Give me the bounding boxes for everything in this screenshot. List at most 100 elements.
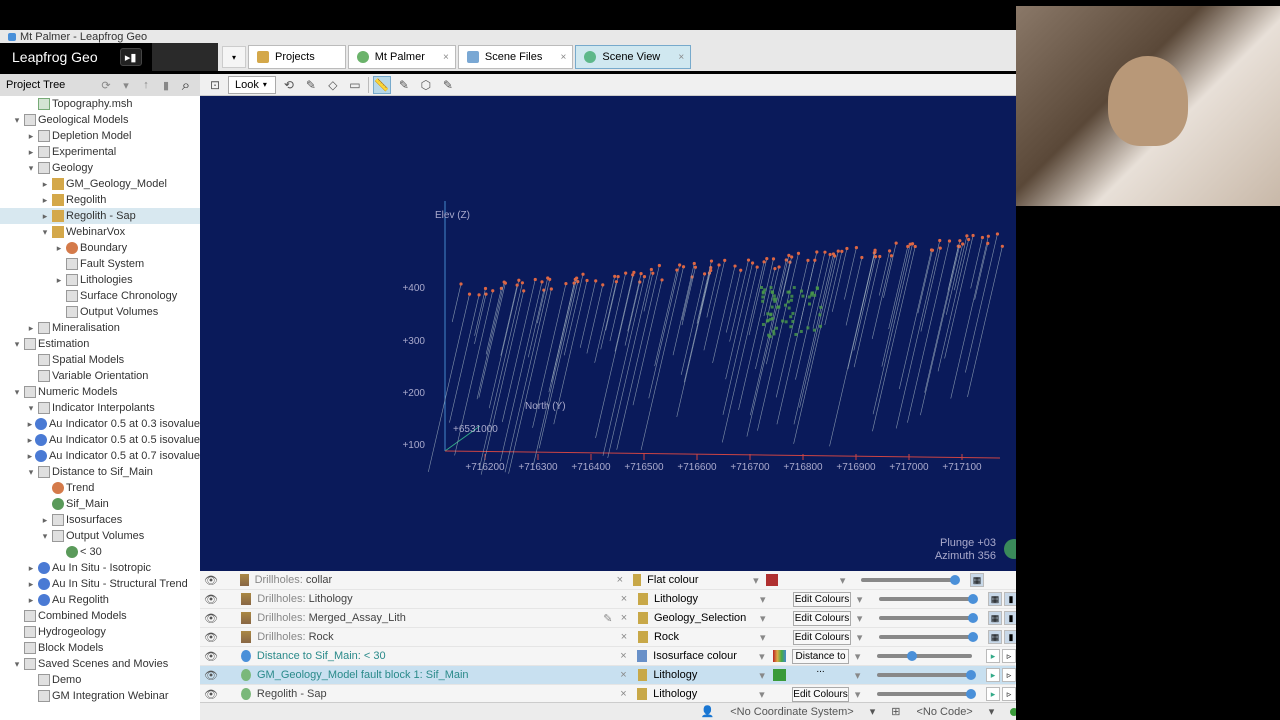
tab-dropdown[interactable]: ▾ (222, 46, 246, 68)
dropdown-icon[interactable]: ▾ (759, 650, 767, 663)
tree-item[interactable]: ▸Depletion Model (0, 128, 200, 144)
tab-project[interactable]: Mt Palmer × (348, 45, 456, 69)
remove-icon[interactable]: × (620, 650, 631, 662)
tree-item[interactable]: ▸Au Regolith (0, 592, 200, 608)
tree-item[interactable]: < 30 (0, 544, 200, 560)
tab-scene-view[interactable]: Scene View × (575, 45, 691, 69)
tree-item[interactable]: Trend (0, 480, 200, 496)
tree-item[interactable]: ▸Au Indicator 0.5 at 0.5 isovalue (0, 432, 200, 448)
scene-row[interactable]: 👁 Drillholes: Merged_Assay_Lith ✎ × Geol… (200, 609, 1054, 628)
tree-item[interactable]: ▸GM_Geology_Model (0, 176, 200, 192)
tree-item[interactable]: ▾Distance to Sif_Main (0, 464, 200, 480)
tree-item[interactable]: ▸Lithologies (0, 272, 200, 288)
dropdown-icon[interactable]: ▾ (760, 593, 768, 606)
close-icon[interactable]: × (443, 52, 449, 63)
ruler-icon[interactable]: 📏 (373, 76, 391, 94)
dropdown-icon[interactable]: ▾ (759, 688, 767, 701)
visibility-icon[interactable]: 👁 (204, 574, 218, 587)
edit-colours-button[interactable]: Edit Colours (793, 630, 851, 645)
screenshot-icon[interactable]: ⊡ (206, 76, 224, 94)
filter-icon[interactable]: ▮ (158, 77, 174, 93)
close-icon[interactable]: × (561, 52, 567, 63)
tree-item[interactable]: ▸Regolith (0, 192, 200, 208)
visibility-icon[interactable]: 👁 (204, 593, 218, 606)
opacity-slider[interactable] (877, 692, 972, 696)
tree-item[interactable]: Block Models (0, 640, 200, 656)
scene-object-list[interactable]: 👁 Drillholes: collar × Flat colour ▾ ▾ ▦… (200, 571, 1054, 702)
tree-item[interactable]: Sif_Main (0, 496, 200, 512)
remove-icon[interactable]: × (617, 574, 627, 586)
code-value[interactable]: <No Code> (916, 706, 972, 718)
edit-colours-button[interactable]: Distance to ... (792, 649, 849, 664)
polyline2-icon[interactable]: ✎ (439, 76, 457, 94)
tree-item[interactable]: Hydrogeology (0, 624, 200, 640)
tab-scene-files[interactable]: Scene Files × (458, 45, 573, 69)
scene-row[interactable]: 👁 Regolith - Sap × Lithology ▾ Edit Colo… (200, 685, 1054, 702)
tree-item[interactable]: ▸Mineralisation (0, 320, 200, 336)
remove-icon[interactable]: × (620, 669, 631, 681)
refresh-icon[interactable]: ⟳ (98, 77, 114, 93)
visibility-icon[interactable]: 👁 (204, 612, 218, 625)
edit-colours-button[interactable]: Edit Colours (792, 687, 849, 702)
remove-icon[interactable]: × (621, 631, 632, 643)
tree-item[interactable]: ▸Au Indicator 0.5 at 0.3 isovalue (0, 416, 200, 432)
opacity-slider[interactable] (877, 673, 972, 677)
tree-item[interactable]: ▸Regolith - Sap (0, 208, 200, 224)
tree-item[interactable]: Fault System (0, 256, 200, 272)
search-icon[interactable]: ⌕ (178, 77, 194, 93)
tree-item[interactable]: ▾WebinarVox (0, 224, 200, 240)
tree-item[interactable]: ▾Indicator Interpolants (0, 400, 200, 416)
tree-item[interactable]: Demo (0, 672, 200, 688)
lasso-icon[interactable]: ◇ (324, 76, 342, 94)
opacity-slider[interactable] (879, 635, 974, 639)
edit-colours-button[interactable]: Edit Colours (793, 611, 851, 626)
tree-item[interactable]: ▾Geology (0, 160, 200, 176)
coord-system[interactable]: <No Coordinate System> (730, 706, 854, 718)
tree-item[interactable]: ▸Au In Situ - Structural Trend (0, 576, 200, 592)
remove-icon[interactable]: × (621, 593, 632, 605)
tree-item[interactable]: ▸Experimental (0, 144, 200, 160)
tree-item[interactable]: ▾Geological Models (0, 112, 200, 128)
tree-item[interactable]: Output Volumes (0, 304, 200, 320)
tree-item[interactable]: ▾Saved Scenes and Movies (0, 656, 200, 672)
opacity-slider[interactable] (877, 654, 972, 658)
polyline-icon[interactable]: ⬡ (417, 76, 435, 94)
remove-icon[interactable]: × (621, 612, 632, 624)
tree-item[interactable]: ▸Boundary (0, 240, 200, 256)
tree-item[interactable]: Combined Models (0, 608, 200, 624)
tree-item[interactable]: Topography.msh (0, 96, 200, 112)
tree-item[interactable]: ▸Au Indicator 0.5 at 0.7 isovalue (0, 448, 200, 464)
record-button[interactable]: ▸▮ (120, 48, 142, 66)
opacity-slider[interactable] (879, 597, 974, 601)
dropdown-icon[interactable]: ▾ (753, 574, 760, 587)
edit-colours-button[interactable]: Edit Colours (793, 592, 851, 607)
pick-icon[interactable]: ✎ (395, 76, 413, 94)
opacity-slider[interactable] (861, 578, 956, 582)
visibility-icon[interactable]: 👁 (204, 631, 218, 644)
orbit-icon[interactable]: ⟲ (280, 76, 298, 94)
plane-icon[interactable]: ▭ (346, 76, 364, 94)
scene-row[interactable]: 👁 Drillholes: Lithology × Lithology ▾ Ed… (200, 590, 1054, 609)
dropdown-icon[interactable]: ▾ (759, 669, 767, 682)
visibility-icon[interactable]: 👁 (204, 688, 218, 701)
dropdown-icon[interactable]: ▾ (760, 631, 768, 644)
scene-viewport[interactable]: Elev (Z)North (Y)East (X)+400+300+200+10… (200, 96, 1016, 571)
tab-projects[interactable]: Projects (248, 45, 346, 69)
project-tree[interactable]: Topography.msh▾Geological Models▸Depleti… (0, 96, 200, 720)
look-button[interactable]: Look▾ (228, 76, 276, 94)
dropdown-icon[interactable]: ▾ (760, 612, 768, 625)
opacity-slider[interactable] (879, 616, 974, 620)
scene-row[interactable]: 👁 Distance to Sif_Main: < 30 × Isosurfac… (200, 647, 1054, 666)
scene-row[interactable]: 👁 Drillholes: collar × Flat colour ▾ ▾ ▦… (200, 571, 1054, 590)
tree-item[interactable]: GM Integration Webinar (0, 688, 200, 704)
tree-item[interactable]: ▾Estimation (0, 336, 200, 352)
scene-row[interactable]: 👁 Drillholes: Rock × Rock ▾ Edit Colours… (200, 628, 1054, 647)
sort-icon[interactable]: ↑ (138, 77, 154, 93)
tree-item[interactable]: ▸Isosurfaces (0, 512, 200, 528)
options-icon[interactable]: ▾ (118, 77, 134, 93)
tree-item[interactable]: Variable Orientation (0, 368, 200, 384)
tree-item[interactable]: ▾Output Volumes (0, 528, 200, 544)
close-icon[interactable]: × (678, 52, 684, 63)
tree-item[interactable]: ▸Au In Situ - Isotropic (0, 560, 200, 576)
edit-icon[interactable]: ✎ (302, 76, 320, 94)
